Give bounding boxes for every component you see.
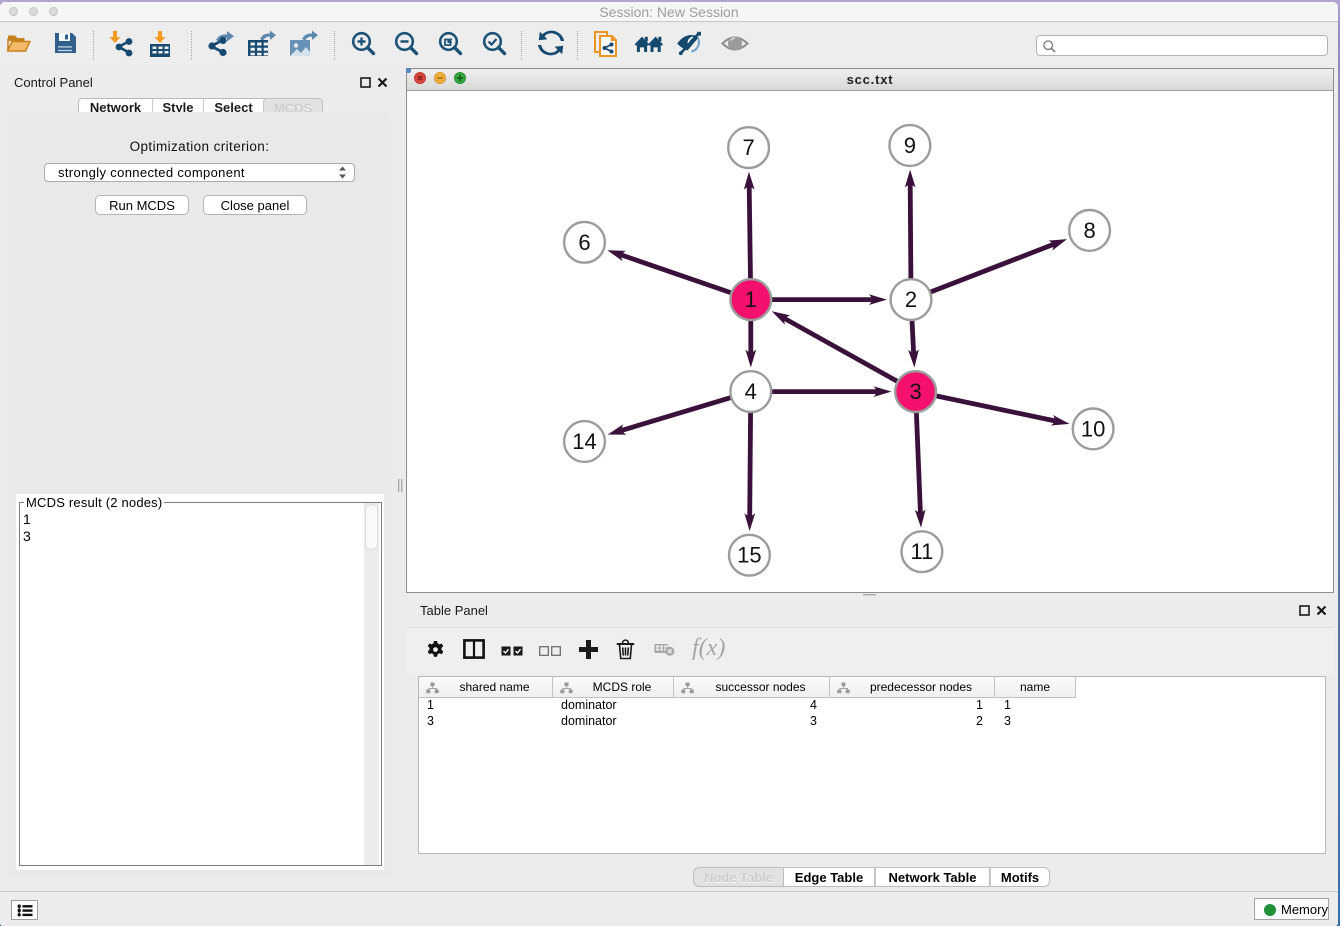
- svg-text:11: 11: [910, 539, 933, 564]
- svg-text:10: 10: [1081, 416, 1105, 441]
- svg-text:8: 8: [1083, 218, 1095, 243]
- svg-text:7: 7: [742, 135, 754, 160]
- svg-text:4: 4: [745, 379, 757, 404]
- svg-text:1: 1: [745, 287, 757, 312]
- svg-text:6: 6: [578, 230, 590, 255]
- svg-text:9: 9: [904, 133, 916, 158]
- svg-text:14: 14: [572, 429, 596, 454]
- svg-text:3: 3: [909, 379, 921, 404]
- svg-text:2: 2: [905, 287, 917, 312]
- svg-text:15: 15: [737, 543, 761, 568]
